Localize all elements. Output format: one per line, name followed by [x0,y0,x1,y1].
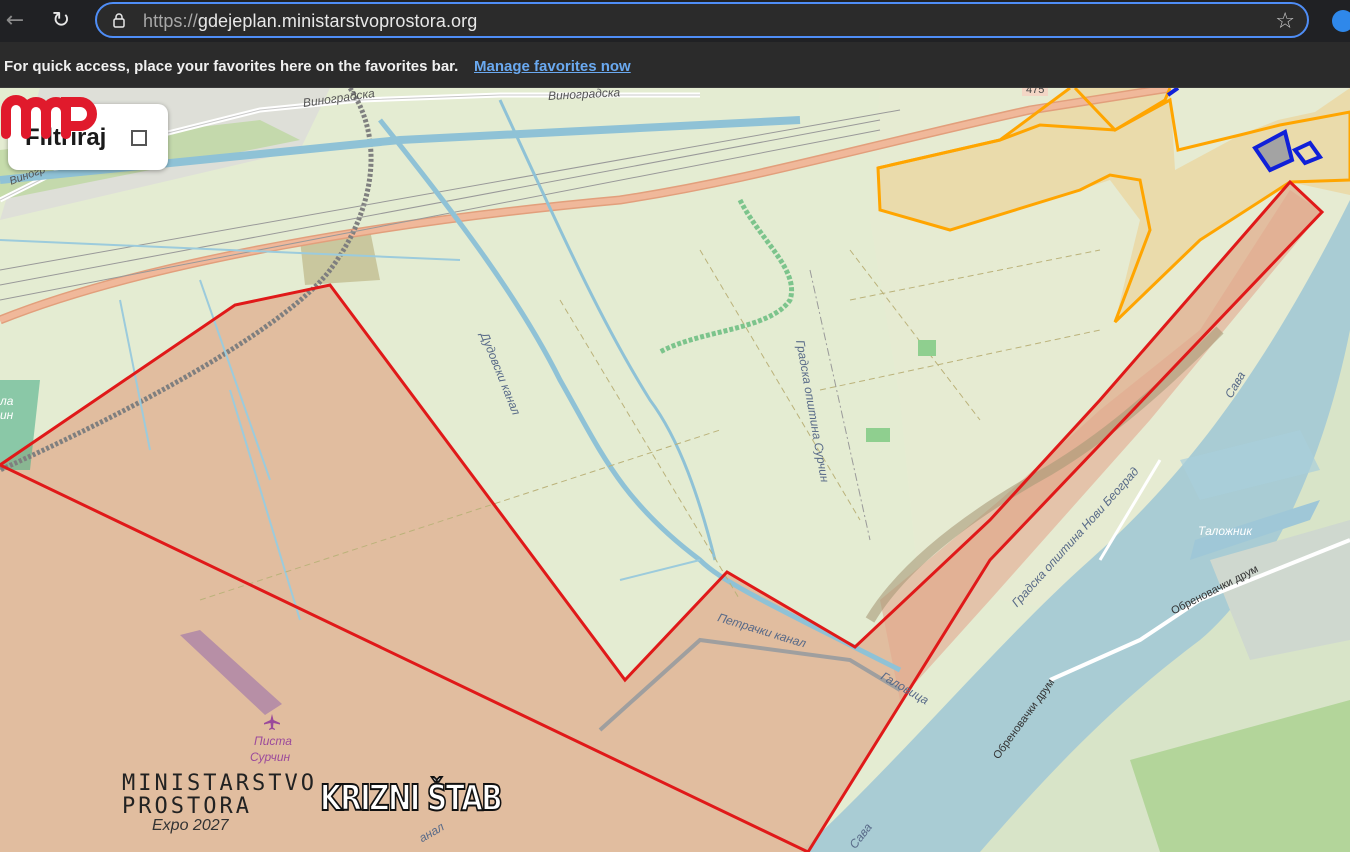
reload-icon[interactable]: ↻ [46,6,76,36]
favorites-bar: For quick access, place your favorites h… [0,42,1350,88]
url-text: https://gdejeplan.ministarstvoprostora.o… [143,11,477,32]
url-scheme: https:// [143,11,198,31]
filter-checkbox[interactable] [131,130,147,146]
extension-icon[interactable] [1332,10,1350,32]
lock-icon [113,13,125,28]
favorites-bar-message: For quick access, place your favorites h… [4,58,459,75]
favorite-star-icon[interactable]: ☆ [1275,9,1295,34]
map-label-badge: 475 [1022,88,1049,96]
ministry-line1: MINISTARSTVO [122,771,317,796]
url-host: gdejeplan.ministarstvoprostora.org [197,11,478,31]
map-label-edge: ин [0,408,14,422]
ministry-name: MINISTARSTVO PROSTORA [122,772,317,818]
map-layers [0,88,1350,852]
ministry-line2: PROSTORA [122,794,252,819]
map-label-lake: Таложник [1198,524,1252,538]
back-arrow-icon[interactable]: ← [0,6,30,36]
ministarstvo-logo-icon [1,95,97,139]
krizni-stab-logo: KRIZNI ŠTAB [319,777,503,820]
map-label-airstrip: Сурчин [250,750,291,764]
browser-toolbar: ← ↻ https://gdejeplan.ministarstvoprosto… [0,0,1350,42]
map-label-airstrip: Писта [254,734,292,748]
expo-label: Expo 2027 [152,817,229,834]
address-bar[interactable]: https://gdejeplan.ministarstvoprostora.o… [95,2,1309,38]
airport-icon [264,714,280,730]
manage-favorites-link[interactable]: Manage favorites now [474,58,631,75]
map-label-edge: ла [0,394,14,408]
map-canvas[interactable]: Виноградска Виноградска Виногр 475 Дудов… [0,88,1350,852]
